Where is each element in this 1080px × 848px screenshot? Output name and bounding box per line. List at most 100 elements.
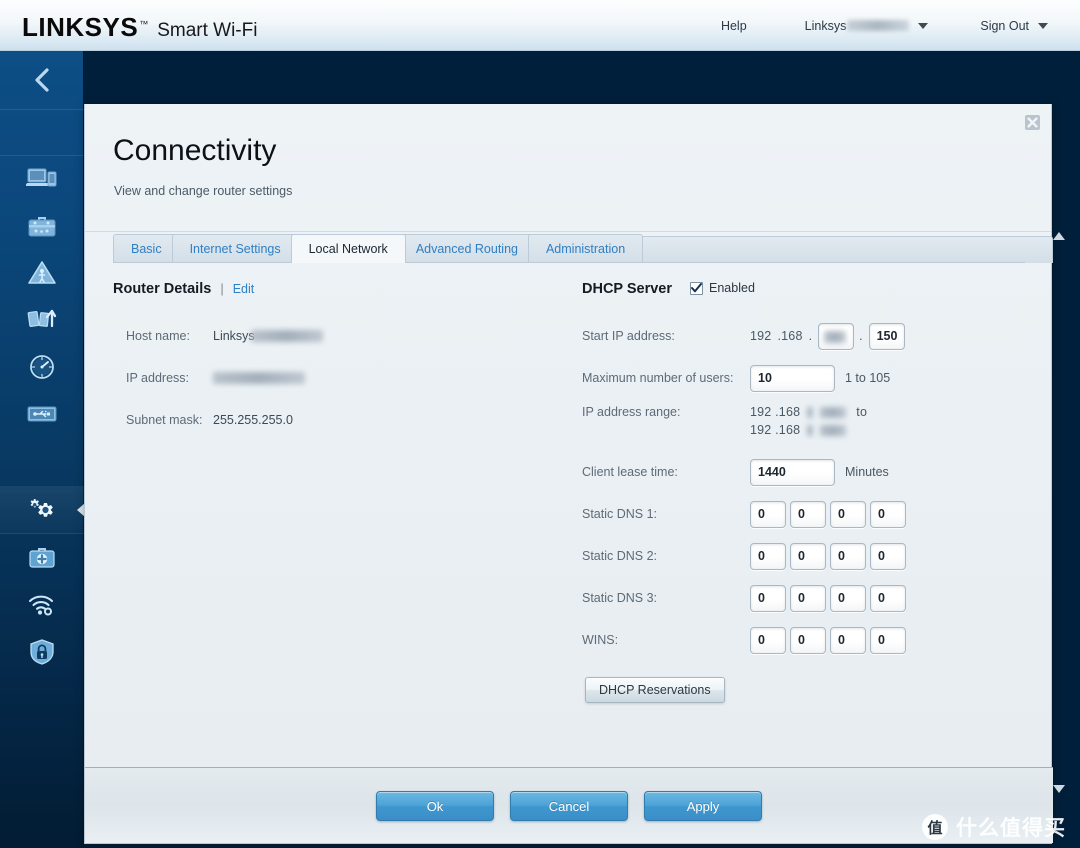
rail-divider <box>0 109 84 110</box>
lease-time-row: Client lease time: 1440 Minutes <box>582 451 1022 493</box>
host-name-label: Host name: <box>126 329 190 343</box>
dhcp-enabled-toggle[interactable]: Enabled <box>690 281 755 295</box>
static-dns-2-label: Static DNS 2: <box>582 549 658 563</box>
static-dns-2-row: Static DNS 2: 0 0 0 0 <box>582 535 1022 577</box>
lease-time-input[interactable]: 1440 <box>750 458 835 486</box>
ip-range-row1-redaction-a <box>807 406 814 418</box>
static-dns-1-octets: 0 0 0 0 <box>750 500 906 528</box>
sidebar-item-usb-storage[interactable] <box>0 390 84 437</box>
start-ip-octet3-input[interactable] <box>818 322 855 350</box>
ip-address-label: IP address: <box>126 371 190 385</box>
static-dns-2-octet-3[interactable]: 0 <box>830 542 866 570</box>
panel-footer: Ok Cancel Apply <box>85 767 1053 843</box>
dhcp-enabled-label: Enabled <box>709 281 755 295</box>
sign-out-menu[interactable]: Sign Out <box>980 19 1048 33</box>
ip-range-row2-redaction-a <box>807 424 814 436</box>
tab-strip-filler <box>627 236 1053 263</box>
wins-octets: 0 0 0 0 <box>750 626 906 654</box>
scroll-down-arrow[interactable] <box>1053 785 1065 793</box>
static-dns-3-row: Static DNS 3: 0 0 0 0 <box>582 577 1022 619</box>
sidebar-item-troubleshooting[interactable] <box>0 534 84 581</box>
dhcp-reservations-row: DHCP Reservations <box>582 677 1022 703</box>
host-name-redaction <box>250 330 323 342</box>
sidebar-item-device-list[interactable] <box>0 155 84 202</box>
apply-button[interactable]: Apply <box>644 790 762 821</box>
page-subtitle: View and change router settings <box>114 184 293 198</box>
router-details-section: Router Details | Edit Host name: Linksys… <box>113 281 533 441</box>
chevron-down-icon <box>918 22 929 29</box>
start-ip-prefix-1: 192 <box>750 329 772 343</box>
static-dns-3-octets: 0 0 0 0 <box>750 584 906 612</box>
tab-internet-settings[interactable]: Internet Settings <box>171 234 299 263</box>
router-details-header: Router Details | Edit <box>113 281 533 297</box>
laptop-devices-icon <box>26 168 57 186</box>
speedometer-icon <box>30 354 54 379</box>
static-dns-3-octet-2[interactable]: 0 <box>790 584 826 612</box>
cancel-button[interactable]: Cancel <box>510 790 628 821</box>
tab-administration[interactable]: Administration <box>527 234 644 263</box>
ip-range-to-label: to <box>856 405 868 419</box>
host-name-row: Host name: Linksys <box>113 315 533 357</box>
static-dns-2-octet-2[interactable]: 0 <box>790 542 826 570</box>
chevron-down-icon <box>1038 22 1048 29</box>
max-users-input[interactable]: 10 <box>750 364 835 392</box>
ip-range-values: 192 .168 to 192 .168 <box>750 405 867 437</box>
static-dns-1-octet-2[interactable]: 0 <box>790 500 826 528</box>
ip-range-row2-prefix: 192 .168 <box>750 423 801 437</box>
wifi-gear-icon <box>28 595 54 615</box>
start-ip-octet3-redaction <box>824 330 847 343</box>
scroll-up-arrow[interactable] <box>1053 232 1065 240</box>
static-dns-3-octet-4[interactable]: 0 <box>870 584 906 612</box>
linksys-logo: LINKSYS <box>22 12 139 42</box>
dhcp-reservations-button[interactable]: DHCP Reservations <box>585 677 725 703</box>
host-name-value: Linksys <box>213 329 255 343</box>
close-button[interactable] <box>1025 115 1040 130</box>
sidebar-item-security[interactable] <box>0 628 84 675</box>
sidebar-item-guest-access[interactable] <box>0 202 84 249</box>
connectivity-panel: Connectivity View and change router sett… <box>84 104 1065 844</box>
static-dns-1-octet-3[interactable]: 0 <box>830 500 866 528</box>
tab-local-network[interactable]: Local Network <box>290 234 406 263</box>
wins-octet-1[interactable]: 0 <box>750 626 786 654</box>
ip-address-row: IP address: <box>113 357 533 399</box>
edit-link[interactable]: Edit <box>233 282 255 296</box>
sidebar-item-wireless[interactable] <box>0 581 84 628</box>
subnet-mask-label: Subnet mask: <box>126 413 203 427</box>
back-button[interactable] <box>0 51 84 109</box>
help-link[interactable]: Help <box>721 19 747 33</box>
static-dns-3-octet-3[interactable]: 0 <box>830 584 866 612</box>
ip-range-row1-prefix: 192 .168 <box>750 405 801 419</box>
start-ip-row: Start IP address: 192 .168 . . 150 <box>582 315 1022 357</box>
sidebar-item-media-prioritization[interactable] <box>0 296 84 343</box>
static-dns-3-octet-1[interactable]: 0 <box>750 584 786 612</box>
product-name: Smart Wi-Fi <box>157 20 258 41</box>
static-dns-1-octet-1[interactable]: 0 <box>750 500 786 528</box>
start-ip-octet4-input[interactable]: 150 <box>868 322 905 350</box>
static-dns-2-octet-4[interactable]: 0 <box>870 542 906 570</box>
subnet-mask-value: 255.255.255.0 <box>213 413 293 427</box>
suitcase-icon <box>28 216 56 236</box>
wins-octet-4[interactable]: 0 <box>870 626 906 654</box>
dhcp-server-section: DHCP Server Enabled Start IP address: 19… <box>582 281 1022 703</box>
router-details-title: Router Details <box>113 281 212 297</box>
tab-basic[interactable]: Basic <box>113 234 180 263</box>
static-dns-2-octet-1[interactable]: 0 <box>750 542 786 570</box>
wins-octet-2[interactable]: 0 <box>790 626 826 654</box>
sidebar-item-speed-test[interactable] <box>0 343 84 390</box>
sidebar-item-parental-controls[interactable] <box>0 249 84 296</box>
top-navigation: Help Linksys Sign Out <box>721 0 1080 51</box>
start-ip-prefix-2: .168 <box>777 329 803 343</box>
panel-header: Connectivity View and change router sett… <box>85 104 1051 232</box>
tab-advanced-routing[interactable]: Advanced Routing <box>397 234 536 263</box>
static-dns-1-label: Static DNS 1: <box>582 507 658 521</box>
wins-octet-3[interactable]: 0 <box>830 626 866 654</box>
sidebar <box>0 51 84 848</box>
wins-label: WINS: <box>582 633 619 647</box>
top-bar: LINKSYS ™ Smart Wi-Fi Help Linksys Sign … <box>0 0 1080 51</box>
ok-button[interactable]: Ok <box>376 790 494 821</box>
static-dns-1-octet-4[interactable]: 0 <box>870 500 906 528</box>
account-menu[interactable]: Linksys <box>805 19 929 33</box>
dhcp-enabled-checkbox[interactable] <box>690 281 704 295</box>
static-dns-2-octets: 0 0 0 0 <box>750 542 906 570</box>
sidebar-item-connectivity[interactable] <box>0 486 84 533</box>
